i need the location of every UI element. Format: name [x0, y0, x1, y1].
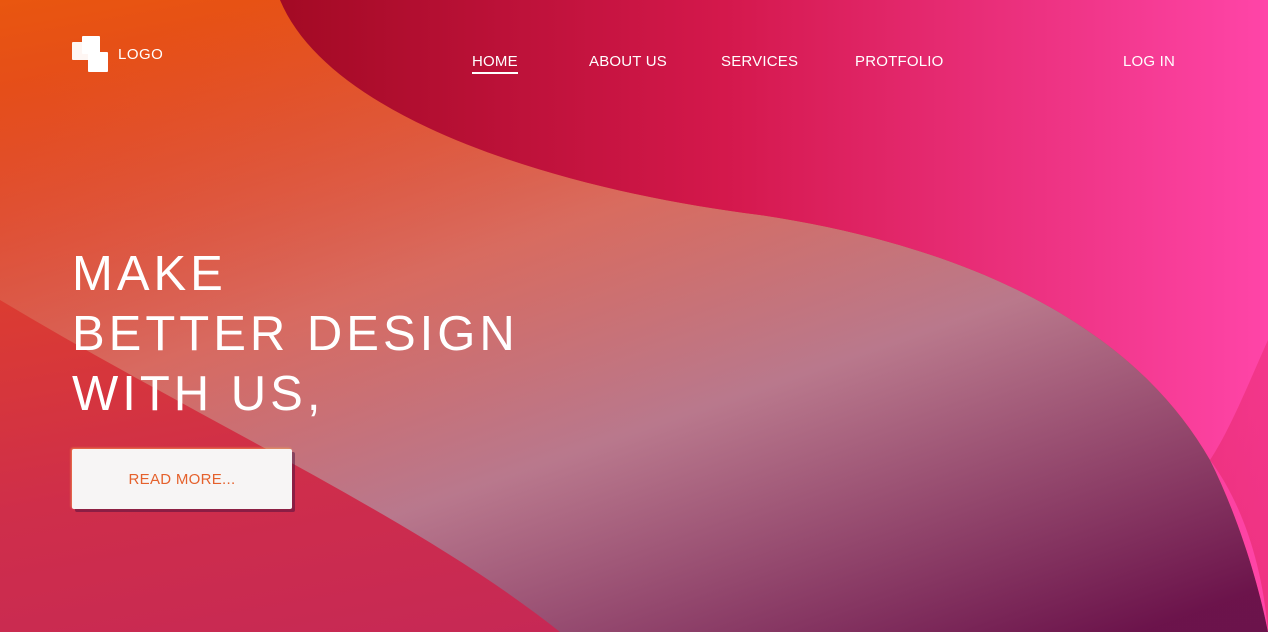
main-nav: HOME ABOUT US SERVICES PROTFOLIO LOG IN — [0, 53, 1268, 77]
hero-line: MAKE — [72, 247, 227, 301]
login-link[interactable]: LOG IN — [1123, 53, 1175, 70]
nav-portfolio-link[interactable]: PROTFOLIO — [855, 53, 943, 70]
hero-line: WITH US, — [72, 367, 325, 421]
hero-headline: MAKE BETTER DESIGN WITH US, — [72, 244, 519, 424]
read-more-button[interactable]: READ MORE... — [72, 449, 292, 509]
nav-services-link[interactable]: SERVICES — [721, 53, 798, 70]
nav-home-link[interactable]: HOME — [472, 53, 518, 74]
nav-about-link[interactable]: ABOUT US — [589, 53, 667, 70]
hero-line: BETTER DESIGN — [72, 307, 519, 361]
